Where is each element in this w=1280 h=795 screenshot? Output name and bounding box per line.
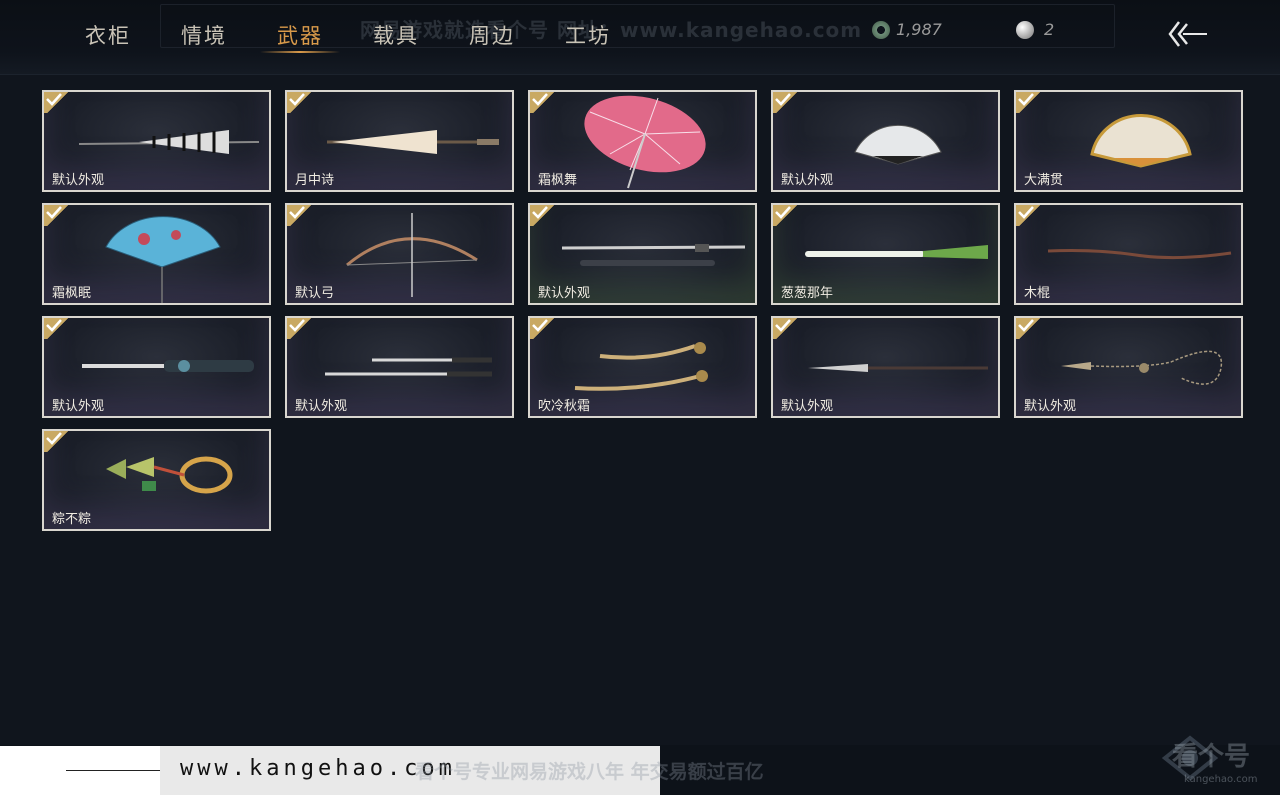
top-bar: 网易游戏就选看个号 网址：www.kangehao.com 衣柜 情境 武器 载… <box>0 0 1280 75</box>
weapon-card[interactable]: 默认外观 <box>771 90 1000 192</box>
checkmark-icon <box>532 93 548 106</box>
rope-dart-icon <box>1061 350 1223 385</box>
checkmark-icon <box>775 93 791 106</box>
owned-badge <box>1016 205 1041 226</box>
item-name: 默认弓 <box>295 286 335 301</box>
spear-icon <box>808 364 988 372</box>
item-name: 霜枫舞 <box>538 173 578 188</box>
owned-badge <box>44 205 69 226</box>
pearl-amount: 2 <box>1044 20 1055 39</box>
back-arrow-icon <box>1168 21 1207 47</box>
owned-badge <box>287 205 312 226</box>
tab-scene[interactable]: 情境 <box>156 14 252 58</box>
footer-left-panel <box>0 746 166 795</box>
checkmark-icon <box>1018 93 1034 106</box>
tab-wardrobe[interactable]: 衣柜 <box>60 14 156 58</box>
back-button[interactable] <box>1165 18 1209 50</box>
coin-amount: 1,987 <box>896 20 942 39</box>
curved-blades-gold-icon <box>574 342 708 391</box>
tab-accessories[interactable]: 周边 <box>444 14 540 58</box>
item-name: 默认外观 <box>1024 399 1077 414</box>
brand-domain: kangehao.com <box>1184 774 1258 785</box>
coin-balance: 1,987 <box>872 20 942 39</box>
item-name: 大满贯 <box>1024 173 1064 188</box>
twin-blades-icon <box>325 357 492 377</box>
green-onion-icon <box>805 245 988 259</box>
owned-badge <box>773 205 798 226</box>
sword-scabbard-icon <box>561 244 746 266</box>
weapon-card[interactable]: 默认外观 <box>1014 316 1243 418</box>
weapon-card[interactable]: 默认外观 <box>42 316 271 418</box>
item-name: 默认外观 <box>538 286 591 301</box>
checkmark-icon <box>775 319 791 332</box>
checkmark-icon <box>46 319 62 332</box>
owned-badge <box>1016 318 1041 339</box>
coin-icon <box>872 20 890 39</box>
weapon-card[interactable]: 默认外观 <box>771 316 1000 418</box>
owned-badge <box>530 92 555 113</box>
weapon-card[interactable]: 默认弓 <box>285 203 514 305</box>
folding-fan-gold-icon <box>1090 114 1192 168</box>
owned-badge <box>1016 92 1041 113</box>
owned-badge <box>44 431 69 452</box>
checkmark-icon <box>532 206 548 219</box>
weapon-card[interactable]: 默认外观 <box>42 90 271 192</box>
closed-umbrella-striped-icon <box>78 130 260 154</box>
item-name: 木棍 <box>1024 286 1051 301</box>
long-sword-icon <box>82 360 254 372</box>
weapon-card[interactable]: 葱葱那年 <box>771 203 1000 305</box>
owned-badge <box>44 92 69 113</box>
footer-divider <box>66 770 166 771</box>
checkmark-icon <box>289 93 305 106</box>
weapon-card[interactable]: 木棍 <box>1014 203 1243 305</box>
weapon-card[interactable]: 霜枫眠 <box>42 203 271 305</box>
checkmark-icon <box>1018 206 1034 219</box>
item-name: 默认外观 <box>52 173 105 188</box>
item-name: 吹冷秋霜 <box>538 399 591 414</box>
footer-slogan: 看个号专业网易游戏八年 年交易额过百亿 <box>415 761 764 783</box>
tab-vehicles[interactable]: 载具 <box>348 14 444 58</box>
pearl-icon <box>1016 20 1034 39</box>
wooden-stick-icon <box>1047 249 1232 260</box>
tab-workshop[interactable]: 工坊 <box>540 14 636 58</box>
checkmark-icon <box>1018 319 1034 332</box>
owned-badge <box>287 318 312 339</box>
checkmark-icon <box>532 319 548 332</box>
checkmark-icon <box>775 206 791 219</box>
checkmark-icon <box>46 206 62 219</box>
item-name: 霜枫眠 <box>52 286 92 301</box>
tab-weapons[interactable]: 武器 <box>252 14 348 58</box>
item-name: 默认外观 <box>781 399 834 414</box>
weapon-card[interactable]: 默认外观 <box>285 316 514 418</box>
item-name: 默认外观 <box>295 399 348 414</box>
zongzi-rope-dart-icon <box>106 456 233 494</box>
item-name: 葱葱那年 <box>781 286 834 301</box>
weapon-card[interactable]: 霜枫舞 <box>528 90 757 192</box>
item-name: 月中诗 <box>295 173 335 188</box>
owned-badge <box>530 205 555 226</box>
item-name: 默认外观 <box>781 173 834 188</box>
checkmark-icon <box>46 93 62 106</box>
weapon-card[interactable]: 大满贯 <box>1014 90 1243 192</box>
weapon-card[interactable]: 默认外观 <box>528 203 757 305</box>
owned-badge <box>287 92 312 113</box>
closed-umbrella-cream-icon <box>327 130 499 154</box>
checkmark-icon <box>289 319 305 332</box>
item-name: 默认外观 <box>52 399 105 414</box>
pearl-balance: 2 <box>1016 20 1054 39</box>
owned-badge <box>773 92 798 113</box>
checkmark-icon <box>289 206 305 219</box>
checkmark-icon <box>46 432 62 445</box>
weapon-card[interactable]: 粽不粽 <box>42 429 271 531</box>
folding-fan-white-icon <box>854 124 942 165</box>
owned-badge <box>44 318 69 339</box>
owned-badge <box>773 318 798 339</box>
weapon-card[interactable]: 月中诗 <box>285 90 514 192</box>
category-tabs: 衣柜 情境 武器 载具 周边 工坊 <box>60 14 636 58</box>
brand-name: 看个号 <box>1172 742 1251 772</box>
owned-badge <box>530 318 555 339</box>
weapon-card[interactable]: 吹冷秋霜 <box>528 316 757 418</box>
item-name: 粽不粽 <box>52 512 92 527</box>
